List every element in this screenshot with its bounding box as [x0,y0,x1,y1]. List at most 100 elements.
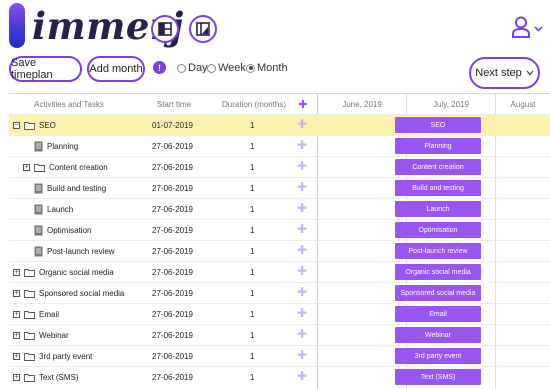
duration-cell[interactable]: 1 [250,157,254,177]
gantt-bar[interactable]: Webinar [395,327,481,343]
duration-cell[interactable]: 1 [250,283,254,303]
table-row[interactable]: + Content creation 27-06-2019 1 ✚ Content cre… [9,156,550,177]
start-time-cell[interactable]: 27-06-2019 [152,325,193,345]
table-row[interactable]: Launch 27-06-2019 1 ✚ Launch [9,198,550,219]
activity-cell[interactable]: Optimisation [34,220,91,240]
activity-cell[interactable]: + Sponsored social media [13,283,124,303]
dashboard-button[interactable] [151,15,179,43]
table-row[interactable]: − SEO 01-07-2019 1 ✚ SEO [9,114,550,135]
expand-icon[interactable]: + [13,373,20,381]
gantt-bar[interactable]: Text (SMS) [395,369,481,385]
gantt-bar[interactable]: Content creation [395,159,481,175]
add-subtask-icon[interactable]: ✚ [297,348,307,362]
gantt-bar[interactable]: Planning [395,138,481,154]
add-subtask-icon[interactable]: ✚ [297,369,307,383]
activity-cell[interactable]: + Text (SMS) [13,367,79,387]
table-row[interactable]: Planning 27-06-2019 1 ✚ Planning [9,135,550,156]
add-subtask-icon[interactable]: ✚ [297,201,307,215]
activity-cell[interactable]: + Email [13,304,59,324]
gantt-bar[interactable]: Sponsored social media [395,285,481,301]
add-subtask-icon[interactable]: ✚ [297,117,307,131]
expand-icon[interactable]: + [13,268,20,276]
collapse-icon[interactable]: − [13,121,20,129]
table-row[interactable]: Optimisation 27-06-2019 1 ✚ Optimisation [9,219,550,240]
duration-cell[interactable]: 1 [250,346,254,366]
duration-cell[interactable]: 1 [250,199,254,219]
activity-cell[interactable]: Post-launch review [34,241,115,261]
table-row[interactable]: + Webinar 27-06-2019 1 ✚ Webinar [9,324,550,345]
start-time-cell[interactable]: 27-06-2019 [152,199,193,219]
start-time-cell[interactable]: 01-07-2019 [152,115,193,135]
add-subtask-icon[interactable]: ✚ [297,138,307,152]
activity-cell[interactable]: + Content creation [23,157,108,177]
gantt-bar[interactable]: Post-launch review [395,243,481,259]
start-time-cell[interactable]: 27-06-2019 [152,262,193,282]
add-subtask-icon[interactable]: ✚ [297,222,307,236]
start-time-cell[interactable]: 27-06-2019 [152,136,193,156]
start-time-cell[interactable]: 27-06-2019 [152,220,193,240]
table-row[interactable]: +3rd party event 27-06-2019 1 ✚ 3rd party ev… [9,345,550,366]
activity-cell[interactable]: +3rd party event [13,346,92,366]
activity-cell[interactable]: + Organic social media [13,262,114,282]
activity-cell[interactable]: Build and testing [34,178,106,198]
radio-circle [177,63,186,73]
table-row[interactable]: + Organic social media 27-06-2019 1 ✚ Organic… [9,261,550,282]
shapes-button[interactable] [189,15,217,43]
duration-cell[interactable]: 1 [250,325,254,345]
activity-cell[interactable]: + Webinar [13,325,69,345]
save-timeplan-button[interactable]: Save timeplan [9,56,82,82]
expand-icon[interactable]: + [13,352,20,360]
start-time-cell[interactable]: 27-06-2019 [152,346,193,366]
start-time-cell[interactable]: 27-06-2019 [152,178,193,198]
info-icon[interactable]: ! [153,61,166,74]
duration-cell[interactable]: 1 [250,115,254,135]
expand-icon[interactable]: + [13,331,20,339]
view-month-radio[interactable]: Month [246,62,288,74]
gantt-bar[interactable]: 3rd party event [395,348,481,364]
add-subtask-icon[interactable]: ✚ [297,327,307,341]
table-row[interactable]: + Text (SMS) 27-06-2019 1 ✚ Text (SMS) [9,366,550,387]
view-week-radio[interactable]: Week [207,62,246,74]
table-row[interactable]: Build and testing 27-06-2019 1 ✚ Build and t… [9,177,550,198]
activity-cell[interactable]: − SEO [13,115,56,135]
gantt-bar[interactable]: Build and testing [395,180,481,196]
add-subtask-icon[interactable]: ✚ [297,243,307,257]
gantt-bar[interactable]: Email [395,306,481,322]
folder-icon [24,331,39,340]
add-subtask-icon[interactable]: ✚ [297,306,307,320]
add-subtask-icon[interactable]: ✚ [297,159,307,173]
add-column-icon[interactable]: ✚ [296,94,310,114]
table-row[interactable]: Post-launch review 27-06-2019 1 ✚ Post-launc… [9,240,550,261]
duration-cell[interactable]: 1 [250,262,254,282]
start-time-cell[interactable]: 27-06-2019 [152,283,193,303]
start-time-cell[interactable]: 27-06-2019 [152,304,193,324]
duration-cell[interactable]: 1 [250,220,254,240]
gantt-bar[interactable]: Organic social media [395,264,481,280]
expand-icon[interactable]: + [13,289,20,297]
table-row[interactable]: + Sponsored social media 27-06-2019 1 ✚ Spons… [9,282,550,303]
activity-cell[interactable]: Planning [34,136,78,156]
gantt-bar[interactable]: SEO [395,117,481,133]
view-day-radio[interactable]: Day [177,62,208,74]
activity-cell[interactable]: Launch [34,199,73,219]
table-row[interactable]: + Email 27-06-2019 1 ✚ Email [9,303,550,324]
duration-cell[interactable]: 1 [250,241,254,261]
add-month-button[interactable]: Add month [87,56,145,82]
duration-cell[interactable]: 1 [250,136,254,156]
add-subtask-icon[interactable]: ✚ [297,264,307,278]
user-menu[interactable] [511,16,545,42]
duration-cell[interactable]: 1 [250,178,254,198]
add-subtask-icon[interactable]: ✚ [297,285,307,299]
expand-icon[interactable]: + [23,163,30,171]
start-time-cell[interactable]: 27-06-2019 [152,241,193,261]
next-step-button[interactable]: Next step [469,57,540,89]
start-time-cell[interactable]: 27-06-2019 [152,367,193,387]
duration-cell[interactable]: 1 [250,367,254,387]
gantt-bar[interactable]: Optimisation [395,222,481,238]
start-time-cell[interactable]: 27-06-2019 [152,157,193,177]
add-subtask-icon[interactable]: ✚ [297,180,307,194]
timeline-header-july: July, 2019 [433,99,469,109]
gantt-bar[interactable]: Launch [395,201,481,217]
duration-cell[interactable]: 1 [250,304,254,324]
expand-icon[interactable]: + [13,310,20,318]
